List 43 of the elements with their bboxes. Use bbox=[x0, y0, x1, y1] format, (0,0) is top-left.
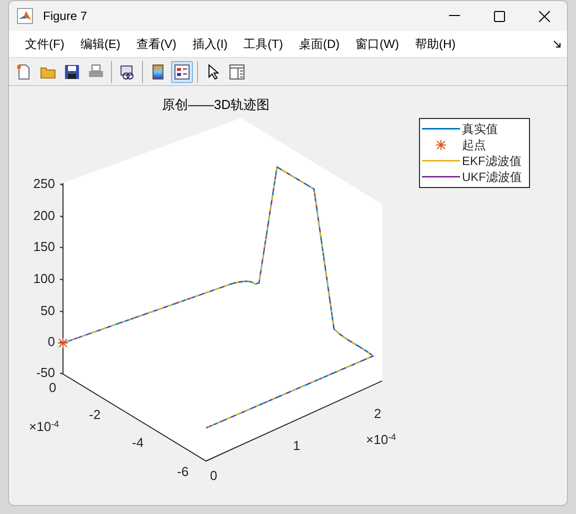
printer-icon bbox=[88, 64, 104, 80]
app-logo-icon bbox=[17, 8, 33, 24]
plot-title: 原创——3D轨迹图 bbox=[162, 96, 270, 114]
z-axis-tick-label: 200 bbox=[32, 209, 55, 222]
menu-item[interactable]: 桌面(D) bbox=[290, 33, 348, 55]
legend-label: 真实值 bbox=[462, 123, 498, 135]
menu-item[interactable]: 查看(V) bbox=[128, 33, 184, 55]
z-axis-tick-label: -50 bbox=[35, 366, 55, 379]
z-axis-tick-label: 0 bbox=[46, 335, 55, 348]
legend-icon bbox=[174, 64, 190, 80]
z-axis-tick-label: 150 bbox=[32, 240, 55, 253]
menu-item[interactable]: 编辑(E) bbox=[72, 33, 128, 55]
y-axis-multiplier: ×10$^{-4}$ bbox=[29, 420, 60, 433]
menu-item[interactable]: 工具(T) bbox=[236, 33, 291, 55]
dock-arrow-icon[interactable] bbox=[553, 40, 561, 48]
y-axis-tick-label: 0 bbox=[49, 381, 56, 394]
z-axis-tick-label: 250 bbox=[32, 177, 55, 190]
y-axis-tick-label: -6 bbox=[177, 465, 189, 478]
y-axis-tick-label: -4 bbox=[132, 436, 144, 449]
z-axis-tick-label: 50 bbox=[40, 304, 55, 317]
z-axis-tick-label: 100 bbox=[32, 272, 55, 285]
colorbar-icon bbox=[152, 64, 164, 80]
menu-item[interactable]: 文件(F) bbox=[17, 33, 72, 55]
pointer-icon bbox=[206, 64, 220, 80]
window-title: Figure 7 bbox=[43, 8, 88, 25]
linked-plot-icon bbox=[119, 64, 135, 80]
y-axis-tick-label: -2 bbox=[89, 408, 101, 421]
x-axis-tick-label: 2 bbox=[374, 407, 382, 420]
x-axis-tick-label: 0 bbox=[210, 469, 218, 482]
property-panel-icon bbox=[229, 64, 245, 80]
legend-label: EKF滤波值 bbox=[462, 155, 522, 167]
x-axis-tick-label: 1 bbox=[293, 439, 300, 452]
legend-label: UKF滤波值 bbox=[462, 171, 522, 183]
menu-item[interactable]: 窗口(W) bbox=[348, 33, 407, 55]
close-icon bbox=[539, 10, 550, 22]
x-axis-multiplier: ×10$^{-4}$ bbox=[366, 433, 396, 446]
toolbar-button[interactable] bbox=[171, 60, 193, 82]
maximize-icon bbox=[494, 10, 505, 22]
new-file-icon bbox=[16, 64, 32, 80]
legend-label: 起点 bbox=[462, 139, 486, 151]
menu-item[interactable]: 帮助(H) bbox=[406, 33, 464, 55]
menu-item[interactable]: 插入(I) bbox=[184, 33, 236, 55]
minimize-icon bbox=[449, 15, 460, 17]
